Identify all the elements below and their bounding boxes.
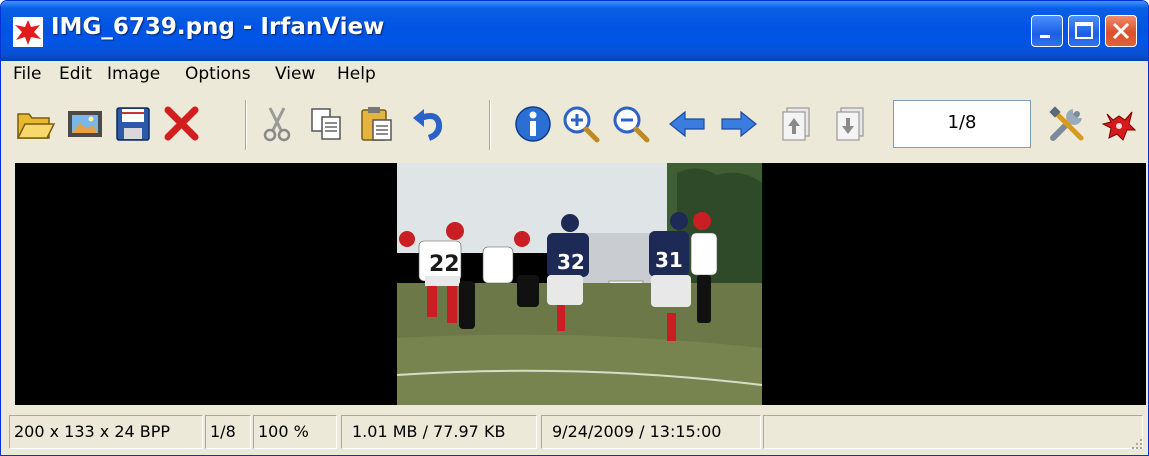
- menu-options[interactable]: Options: [185, 64, 251, 84]
- close-button[interactable]: [1105, 15, 1137, 47]
- toolbar-separator: [245, 100, 247, 150]
- zoom-out-icon[interactable]: [611, 104, 651, 144]
- slideshow-icon[interactable]: [65, 104, 105, 144]
- copy-icon[interactable]: [307, 104, 347, 144]
- status-datetime: 9/24/2009 / 13:15:00: [541, 415, 761, 449]
- resize-grip-icon[interactable]: [1128, 435, 1144, 451]
- status-file-size: 1.01 MB / 77.97 KB: [341, 415, 537, 449]
- paste-icon[interactable]: [357, 104, 397, 144]
- undo-icon[interactable]: [409, 104, 449, 144]
- status-bar: 200 x 133 x 24 BPP 1/8 100 % 1.01 MB / 7…: [1, 409, 1148, 455]
- info-icon[interactable]: [513, 104, 553, 144]
- maximize-icon: [1075, 22, 1093, 39]
- status-empty-field: [763, 415, 1143, 449]
- minimize-icon: [1040, 35, 1050, 38]
- previous-icon[interactable]: [667, 104, 707, 144]
- page-indicator-field[interactable]: 1/8: [893, 100, 1031, 148]
- menu-image[interactable]: Image: [107, 64, 160, 84]
- irfanview-logo-icon: [13, 17, 43, 47]
- toolbar-separator: [489, 100, 491, 150]
- window-title: IMG_6739.png - IrfanView: [51, 14, 385, 40]
- svg-text:22: 22: [429, 252, 460, 277]
- close-icon: [1112, 22, 1130, 40]
- image-canvas[interactable]: 22 32 31: [15, 163, 1146, 405]
- last-page-icon[interactable]: [831, 104, 871, 144]
- menu-view[interactable]: View: [275, 64, 315, 84]
- delete-icon[interactable]: [161, 104, 201, 144]
- save-icon[interactable]: [113, 104, 153, 144]
- cut-icon[interactable]: [257, 104, 297, 144]
- properties-icon[interactable]: [1047, 104, 1087, 144]
- svg-text:31: 31: [655, 248, 683, 272]
- irfanview-window: IMG_6739.png - IrfanView File Edit Image…: [0, 0, 1149, 456]
- football-photo: 22 32 31: [397, 163, 762, 405]
- irfanview-icon[interactable]: [1099, 104, 1139, 144]
- toolbar: 1/8: [1, 90, 1148, 160]
- menu-edit[interactable]: Edit: [59, 64, 92, 84]
- svg-text:32: 32: [557, 250, 585, 274]
- menu-file[interactable]: File: [13, 64, 41, 84]
- zoom-in-icon[interactable]: [561, 104, 601, 144]
- menu-help[interactable]: Help: [337, 64, 376, 84]
- open-icon[interactable]: [15, 104, 55, 144]
- maximize-button[interactable]: [1068, 15, 1100, 47]
- next-icon[interactable]: [719, 104, 759, 144]
- title-bar[interactable]: IMG_6739.png - IrfanView: [1, 1, 1148, 61]
- status-dimensions: 200 x 133 x 24 BPP: [9, 415, 203, 449]
- first-page-icon[interactable]: [777, 104, 817, 144]
- minimize-button[interactable]: [1031, 15, 1063, 47]
- status-page: 1/8: [205, 415, 251, 449]
- menu-bar: File Edit Image Options View Help: [1, 61, 1148, 88]
- status-zoom: 100 %: [253, 415, 337, 449]
